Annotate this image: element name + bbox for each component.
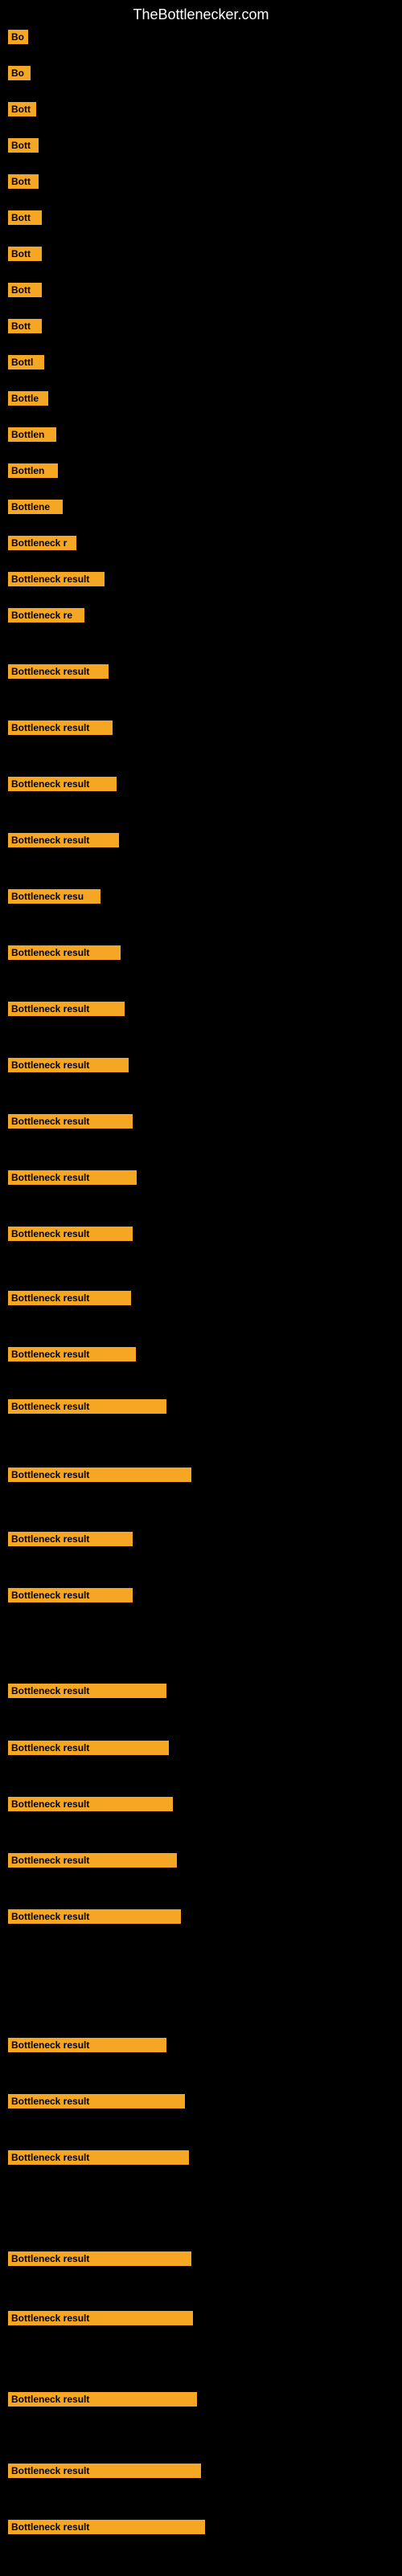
bar-row: Bott <box>8 319 42 337</box>
bar-label: Bottleneck result <box>8 1741 169 1755</box>
bar-row: Bottleneck result <box>8 2094 185 2113</box>
bar-label: Bottleneck result <box>8 2094 185 2109</box>
bar-row: Bottleneck result <box>8 1227 133 1245</box>
bar-row: Bott <box>8 247 42 265</box>
bar-row: Bottlene <box>8 500 63 518</box>
bar-row: Bott <box>8 102 36 120</box>
bar-row: Bottleneck result <box>8 2392 197 2411</box>
bar-label: Bottleneck result <box>8 945 121 960</box>
bar-label: Bottleneck result <box>8 1170 137 1185</box>
bar-label: Bott <box>8 174 39 189</box>
bar-row: Bottl <box>8 355 44 374</box>
bar-row: Bottleneck result <box>8 721 113 739</box>
bar-label: Bottleneck result <box>8 1532 133 1546</box>
bar-label: Bottleneck result <box>8 1797 173 1811</box>
bar-row: Bott <box>8 283 42 301</box>
bar-label: Bott <box>8 102 36 116</box>
bar-label: Bott <box>8 210 42 225</box>
bar-row: Bottleneck result <box>8 1684 166 1702</box>
bar-row: Bottleneck result <box>8 1468 191 1486</box>
bar-row: Bottlen <box>8 463 58 482</box>
bar-label: Bottleneck result <box>8 2251 191 2266</box>
bar-row: Bottleneck result <box>8 1002 125 1020</box>
bar-row: Bottleneck result <box>8 2251 191 2270</box>
bar-row: Bottleneck result <box>8 1291 131 1309</box>
bar-label: Bo <box>8 66 31 80</box>
bar-row: Bottleneck result <box>8 2311 193 2329</box>
bar-row: Bott <box>8 138 39 157</box>
bar-row: Bottleneck result <box>8 1853 177 1872</box>
bar-row: Bottleneck result <box>8 777 117 795</box>
bar-row: Bottleneck result <box>8 2520 205 2538</box>
bar-label: Bottleneck result <box>8 1909 181 1924</box>
bar-label: Bottleneck resu <box>8 889 100 904</box>
bar-label: Bott <box>8 283 42 297</box>
bar-row: Bottleneck result <box>8 945 121 964</box>
bar-label: Bottleneck result <box>8 721 113 735</box>
site-title: TheBottlenecker.com <box>0 0 402 30</box>
bar-label: Bottleneck result <box>8 777 117 791</box>
bar-label: Bottleneck result <box>8 1058 129 1072</box>
bar-row: Bottleneck result <box>8 1114 133 1133</box>
bar-label: Bottleneck result <box>8 1853 177 1868</box>
bar-label: Bottleneck result <box>8 2520 205 2534</box>
bar-label: Bottleneck result <box>8 1468 191 1482</box>
bar-label: Bottleneck result <box>8 664 109 679</box>
bar-label: Bottleneck result <box>8 833 119 847</box>
bar-label: Bottleneck result <box>8 2038 166 2052</box>
bar-label: Bottleneck result <box>8 1347 136 1361</box>
bar-row: Bottleneck result <box>8 833 119 851</box>
bar-label: Bott <box>8 247 42 261</box>
bar-row: Bottleneck result <box>8 1797 173 1815</box>
bar-label: Bottlene <box>8 500 63 514</box>
bar-row: Bo <box>8 30 28 48</box>
bar-label: Bottleneck result <box>8 1002 125 1016</box>
bar-label: Bottleneck result <box>8 2464 201 2478</box>
bar-row: Bottleneck result <box>8 1058 129 1076</box>
bar-row: Bottleneck result <box>8 664 109 683</box>
bar-label: Bottleneck result <box>8 2392 197 2407</box>
bar-row: Bottleneck result <box>8 1532 133 1550</box>
bar-label: Bottleneck result <box>8 2311 193 2325</box>
bar-label: Bott <box>8 138 39 153</box>
bar-label: Bottleneck result <box>8 1227 133 1241</box>
bar-row: Bottleneck result <box>8 1347 136 1366</box>
bar-row: Bottleneck resu <box>8 889 100 908</box>
bar-label: Bottle <box>8 391 48 406</box>
bar-row: Bottleneck result <box>8 572 105 590</box>
bar-label: Bottlen <box>8 427 56 442</box>
bar-row: Bottleneck result <box>8 1588 133 1606</box>
bar-row: Bottle <box>8 391 48 410</box>
bar-label: Bottleneck result <box>8 2150 189 2165</box>
bar-row: Bo <box>8 66 31 84</box>
bar-label: Bottleneck result <box>8 572 105 586</box>
bar-row: Bottleneck result <box>8 1170 137 1189</box>
bar-row: Bottlen <box>8 427 56 446</box>
bar-row: Bottleneck result <box>8 2464 201 2482</box>
bar-label: Bottleneck re <box>8 608 84 623</box>
bar-label: Bottl <box>8 355 44 369</box>
bar-label: Bo <box>8 30 28 44</box>
bar-row: Bott <box>8 174 39 193</box>
bar-label: Bottleneck r <box>8 536 76 550</box>
bar-row: Bottleneck result <box>8 2038 166 2056</box>
bar-label: Bott <box>8 319 42 333</box>
bar-row: Bott <box>8 210 42 229</box>
bar-row: Bottleneck r <box>8 536 76 554</box>
bar-label: Bottleneck result <box>8 1114 133 1129</box>
bar-label: Bottleneck result <box>8 1399 166 1414</box>
bar-row: Bottleneck result <box>8 1399 166 1418</box>
bar-label: Bottleneck result <box>8 1684 166 1698</box>
bar-label: Bottleneck result <box>8 1291 131 1305</box>
bar-label: Bottlen <box>8 463 58 478</box>
bar-row: Bottleneck re <box>8 608 84 627</box>
bar-row: Bottleneck result <box>8 1741 169 1759</box>
bar-row: Bottleneck result <box>8 1909 181 1928</box>
bar-row: Bottleneck result <box>8 2150 189 2169</box>
bar-label: Bottleneck result <box>8 1588 133 1602</box>
